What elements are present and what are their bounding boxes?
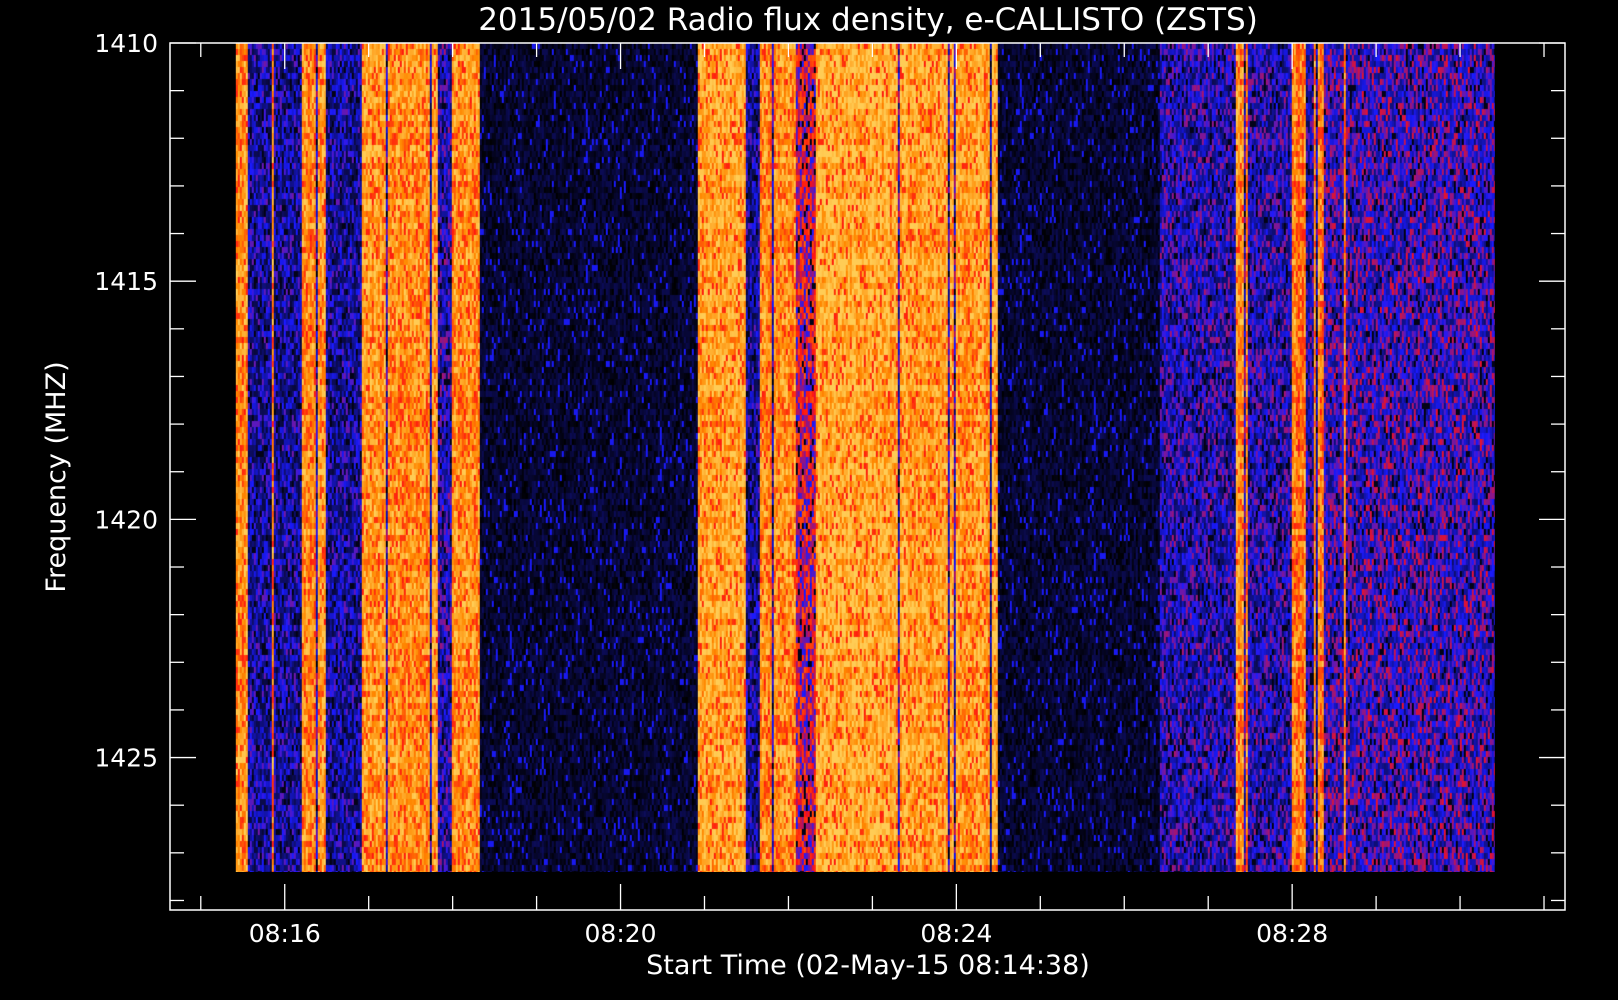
chart-title: 2015/05/02 Radio flux density, e-CALLIST…: [478, 2, 1258, 38]
x-axis-label: Start Time (02-May-15 08:14:38): [646, 950, 1090, 981]
x-tick-label: 08:16: [249, 919, 321, 948]
x-tick-label: 08:20: [585, 919, 657, 948]
y-tick-label: 1415: [94, 267, 158, 296]
heatmap-layer: [235, 43, 1495, 872]
y-tick-label: 1425: [94, 744, 158, 773]
x-tick-label: 08:24: [920, 919, 992, 948]
y-tick-label: 1410: [94, 29, 158, 58]
y-tick-label: 1420: [94, 505, 158, 534]
y-axis-label: Frequency (MHZ): [41, 361, 72, 592]
x-tick-label: 08:28: [1256, 919, 1328, 948]
spectrogram-chart: 1410 1415 1420 1425 08:16 08:20 08:24 08:28 201…: [0, 0, 1618, 1000]
heatmap-image: [235, 43, 1495, 872]
